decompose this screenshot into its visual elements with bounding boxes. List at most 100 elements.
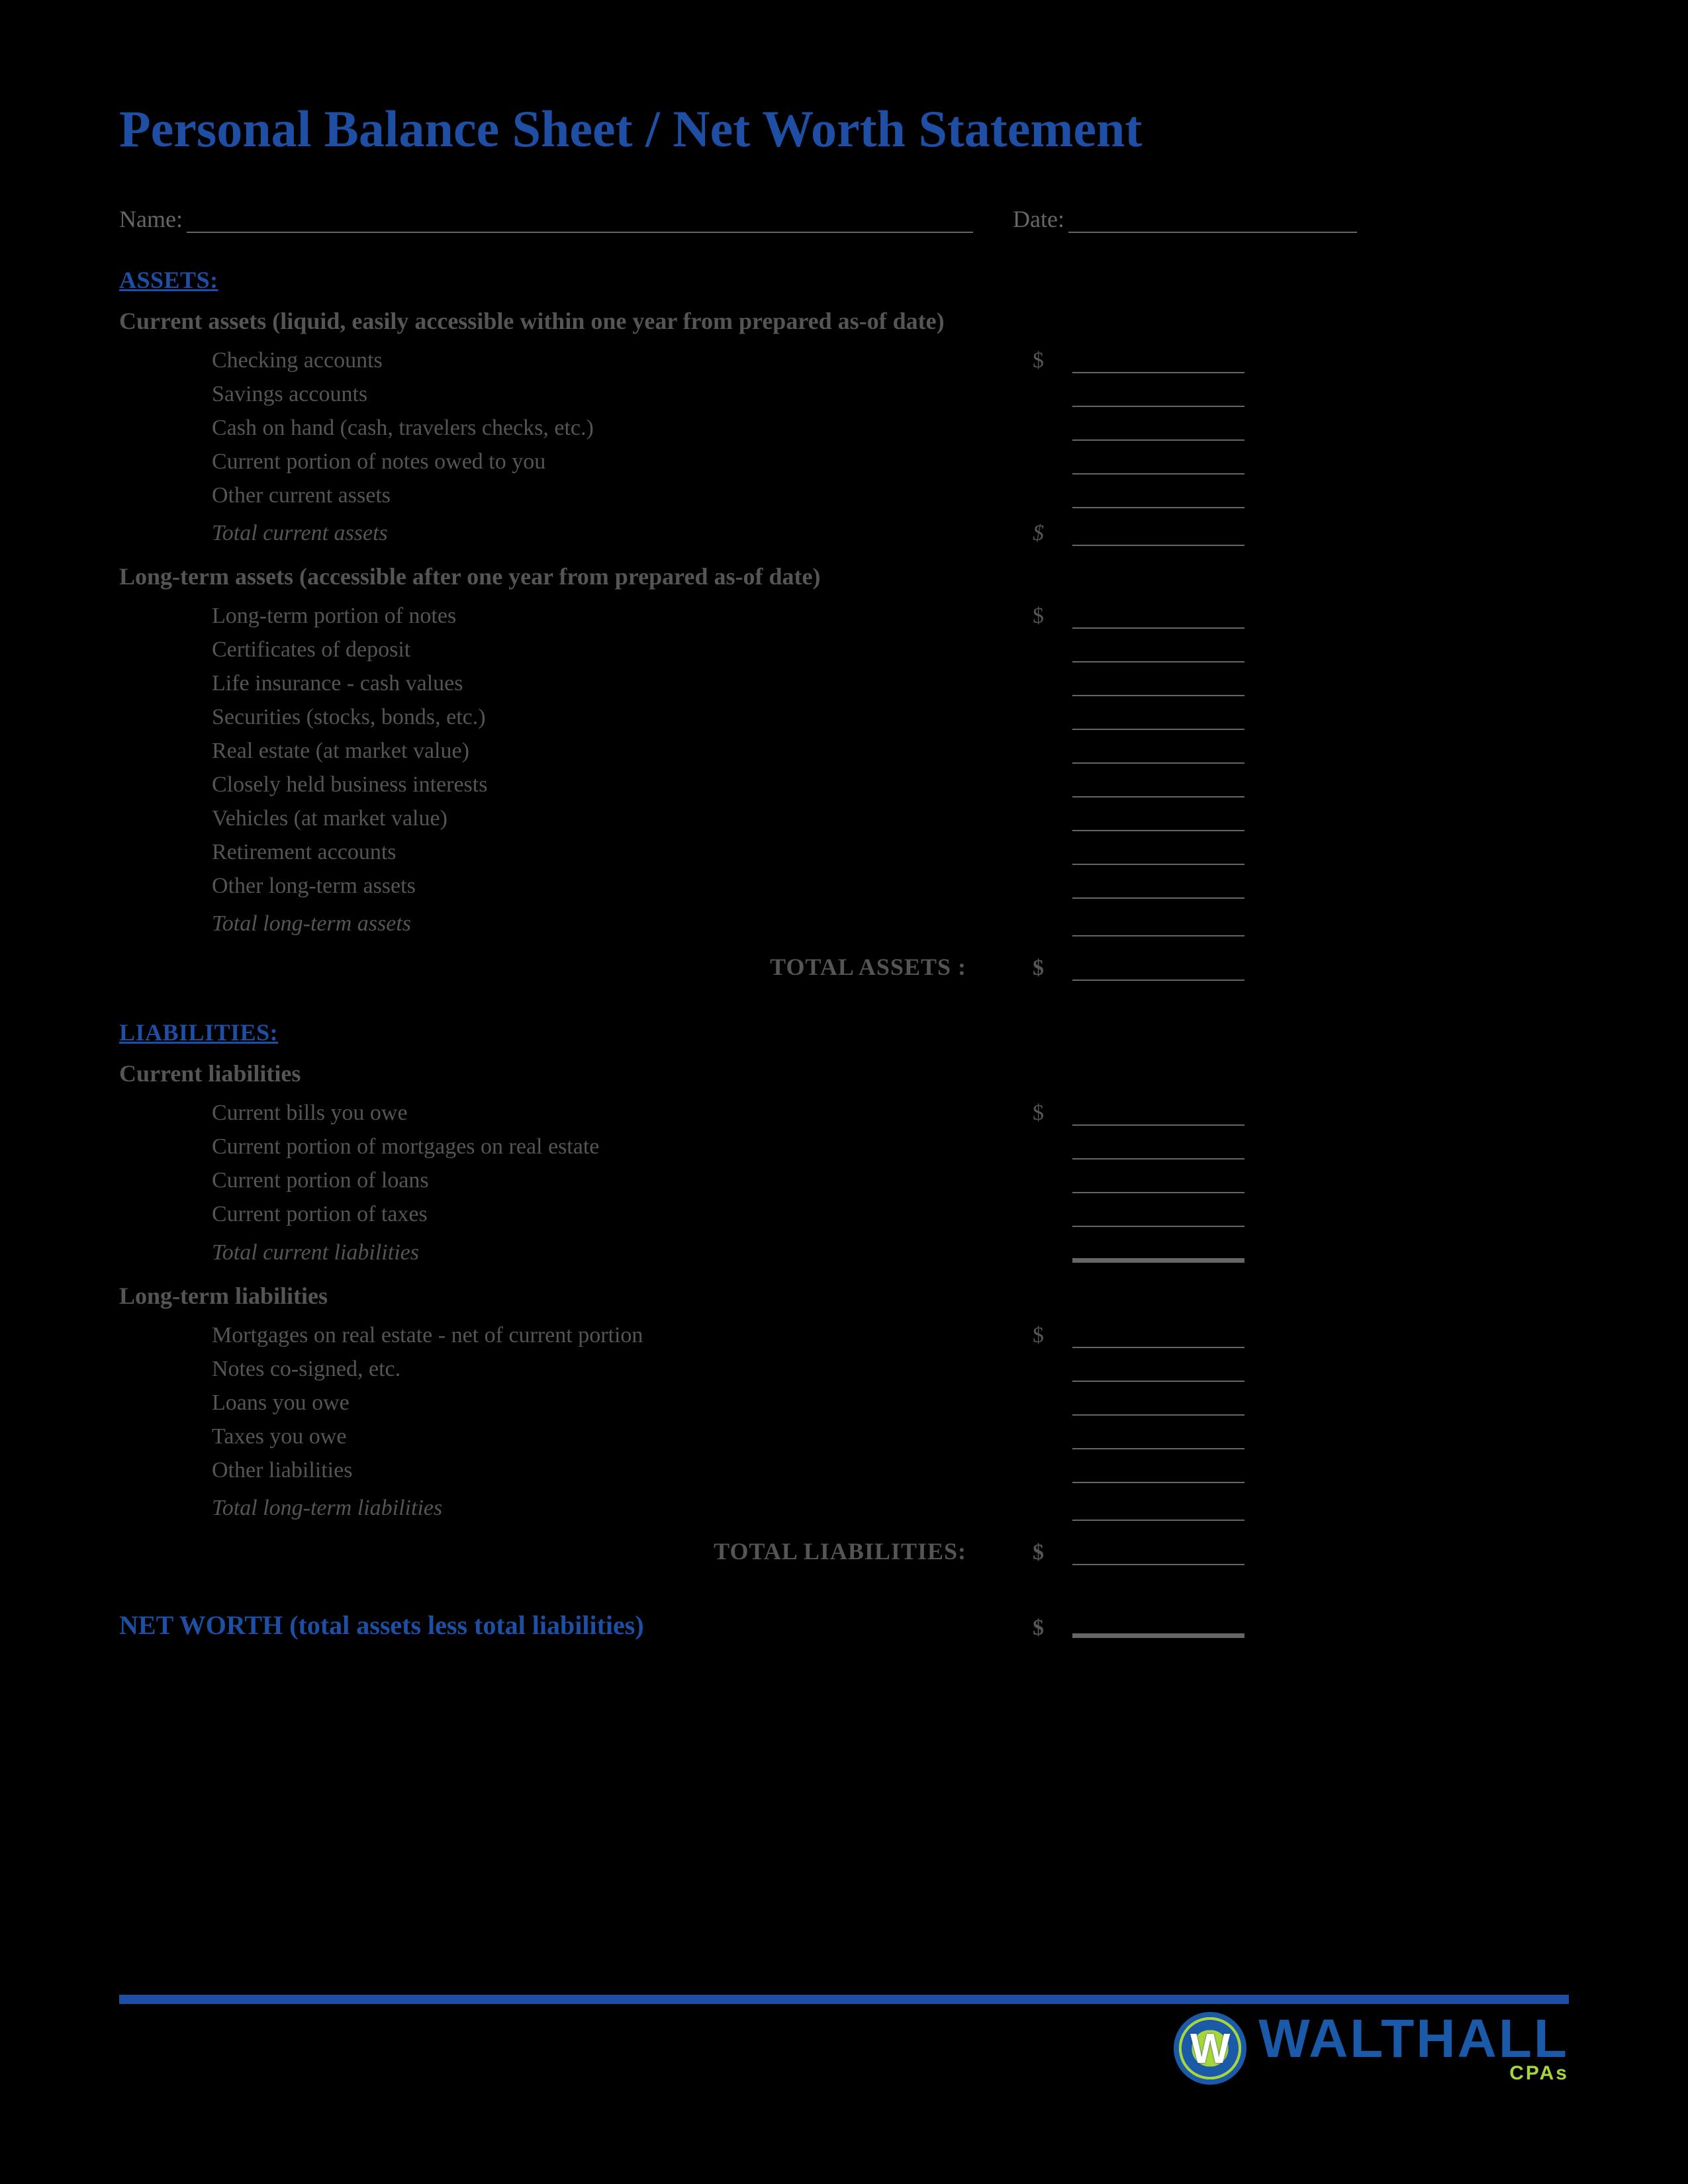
asset-row: Current portion of notes owed to you	[119, 445, 1244, 479]
subtotal-row: Total long-term liabilities	[119, 1492, 1244, 1525]
amount-input-line[interactable]	[1072, 1173, 1244, 1193]
amount-input-line[interactable]	[1072, 710, 1244, 730]
dollar-sign: $	[1033, 1323, 1072, 1348]
asset-label: Current portion of notes owed to you	[119, 449, 545, 475]
liability-row: Mortgages on real estate - net of curren…	[119, 1319, 1244, 1353]
liability-label: Current portion of taxes	[119, 1202, 428, 1227]
longterm-liabilities-heading: Long-term liabilities	[119, 1282, 1569, 1310]
company-subtitle: CPAs	[1509, 2064, 1569, 2082]
page-footer: W WALTHALL CPAs	[119, 1995, 1569, 2085]
amount-input-line[interactable]	[1072, 526, 1244, 546]
total-assets-row: TOTAL ASSETS : $	[119, 941, 1244, 989]
amount-input-line[interactable]	[1072, 1396, 1244, 1416]
liability-label: Current portion of mortgages on real est…	[119, 1134, 599, 1160]
dollar-sign: $	[1033, 1101, 1072, 1126]
header-fields: Name: Date:	[119, 205, 1357, 233]
liability-row: Current portion of loans	[119, 1164, 1244, 1198]
amount-input-line[interactable]	[1072, 643, 1244, 662]
amount-input-line[interactable]	[1072, 1430, 1244, 1449]
asset-row: Real estate (at market value)	[119, 735, 1244, 768]
page-title: Personal Balance Sheet / Net Worth State…	[119, 99, 1569, 159]
amount-input-line[interactable]	[1072, 744, 1244, 764]
date-input-line[interactable]	[1068, 209, 1357, 233]
asset-label: Life insurance - cash values	[119, 671, 463, 696]
amount-input-line[interactable]	[1072, 676, 1244, 696]
amount-input-line[interactable]	[1072, 421, 1244, 441]
amount-input-line[interactable]	[1072, 811, 1244, 831]
amount-input-line[interactable]	[1072, 778, 1244, 797]
amount-input-line[interactable]	[1072, 1545, 1244, 1565]
liability-label: Current bills you owe	[119, 1101, 408, 1126]
total-assets-label: TOTAL ASSETS :	[119, 953, 1033, 981]
amount-input-line[interactable]	[1072, 1615, 1244, 1635]
total-liabilities-label: TOTAL LIABILITIES:	[119, 1537, 1033, 1565]
amount-input-line[interactable]	[1072, 455, 1244, 475]
amount-input-line[interactable]	[1072, 1207, 1244, 1227]
amount-input-line[interactable]	[1072, 917, 1244, 936]
dollar-sign: $	[1033, 348, 1072, 373]
liability-label: Mortgages on real estate - net of curren…	[119, 1323, 643, 1348]
liability-row: Current portion of mortgages on real est…	[119, 1130, 1244, 1164]
amount-input-line[interactable]	[1072, 961, 1244, 981]
liability-row: Current portion of taxes	[119, 1198, 1244, 1232]
asset-label: Cash on hand (cash, travelers checks, et…	[119, 416, 594, 441]
asset-label: Other current assets	[119, 483, 391, 508]
asset-label: Checking accounts	[119, 348, 383, 373]
amount-input-line[interactable]	[1072, 1501, 1244, 1521]
name-field[interactable]: Name:	[119, 205, 973, 233]
amount-input-line[interactable]	[1072, 353, 1244, 373]
subtotal-label: Total long-term assets	[119, 911, 411, 936]
name-input-line[interactable]	[187, 209, 973, 233]
asset-row: Long-term portion of notes $	[119, 600, 1244, 633]
asset-row: Certificates of deposit	[119, 633, 1244, 667]
date-label: Date:	[1013, 205, 1064, 233]
asset-row: Closely held business interests	[119, 768, 1244, 802]
asset-row: Life insurance - cash values	[119, 667, 1244, 701]
subtotal-row: Total current assets $	[119, 517, 1244, 551]
liability-label: Loans you owe	[119, 1390, 350, 1416]
dollar-sign: $	[1033, 604, 1072, 629]
asset-row: Retirement accounts	[119, 836, 1244, 870]
asset-row: Vehicles (at market value)	[119, 802, 1244, 836]
net-worth-row: NET WORTH (total assets less total liabi…	[119, 1610, 1244, 1641]
subtotal-label: Total current assets	[119, 521, 388, 546]
liability-row: Current bills you owe $	[119, 1097, 1244, 1130]
amount-input-line[interactable]	[1072, 1362, 1244, 1382]
asset-label: Other long-term assets	[119, 874, 416, 899]
asset-label: Securities (stocks, bonds, etc.)	[119, 705, 486, 730]
total-liabilities-row: TOTAL LIABILITIES: $	[119, 1525, 1244, 1573]
liability-row: Taxes you owe	[119, 1420, 1244, 1454]
amount-input-line[interactable]	[1072, 387, 1244, 407]
amount-input-line[interactable]	[1072, 488, 1244, 508]
amount-input-line[interactable]	[1072, 1328, 1244, 1348]
asset-label: Vehicles (at market value)	[119, 806, 447, 831]
longterm-assets-heading: Long-term assets (accessible after one y…	[119, 563, 1569, 590]
amount-input-line[interactable]	[1072, 1106, 1244, 1126]
liability-label: Notes co-signed, etc.	[119, 1357, 400, 1382]
name-label: Name:	[119, 205, 183, 233]
subtotal-label: Total long-term liabilities	[119, 1496, 442, 1521]
asset-row: Checking accounts $	[119, 344, 1244, 378]
current-liabilities-heading: Current liabilities	[119, 1060, 1569, 1087]
amount-input-line[interactable]	[1072, 879, 1244, 899]
company-logo-text: WALTHALL CPAs	[1258, 2015, 1569, 2083]
assets-heading: ASSETS:	[119, 266, 1569, 294]
liability-row: Notes co-signed, etc.	[119, 1353, 1244, 1387]
dollar-sign: $	[1033, 1615, 1072, 1641]
dollar-sign: $	[1033, 521, 1072, 546]
current-assets-heading: Current assets (liquid, easily accessibl…	[119, 307, 1569, 335]
amount-input-line[interactable]	[1072, 1463, 1244, 1483]
liability-label: Current portion of loans	[119, 1168, 429, 1193]
date-field[interactable]: Date:	[1013, 205, 1357, 233]
asset-label: Retirement accounts	[119, 840, 397, 865]
amount-input-line[interactable]	[1072, 1240, 1244, 1259]
asset-label: Certificates of deposit	[119, 637, 410, 662]
net-worth-label: NET WORTH (total assets less total liabi…	[119, 1610, 1033, 1641]
asset-row: Other long-term assets	[119, 870, 1244, 903]
liability-label: Taxes you owe	[119, 1424, 346, 1449]
amount-input-line[interactable]	[1072, 1140, 1244, 1160]
page: Personal Balance Sheet / Net Worth State…	[0, 0, 1688, 2184]
amount-input-line[interactable]	[1072, 609, 1244, 629]
subtotal-label: Total current liabilities	[119, 1240, 419, 1265]
amount-input-line[interactable]	[1072, 845, 1244, 865]
